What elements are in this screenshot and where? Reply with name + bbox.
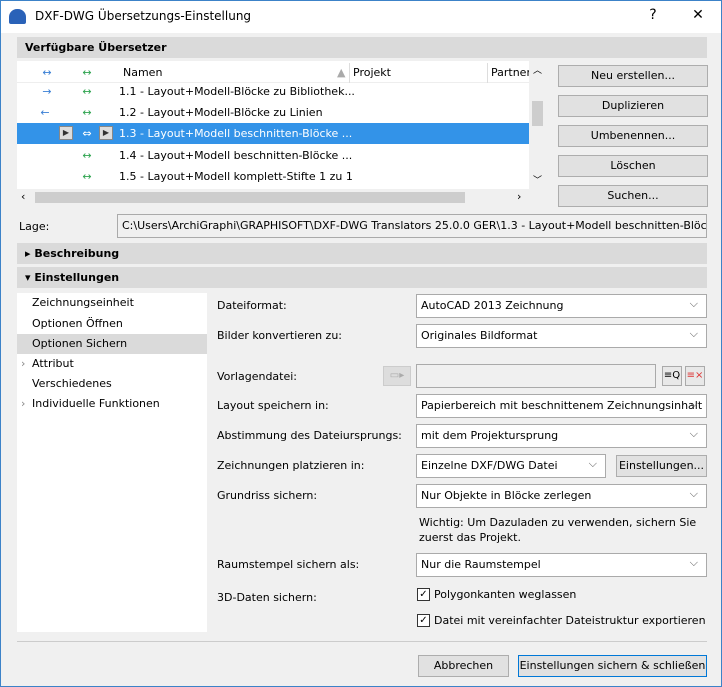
zone-label: Raumstempel sichern als: — [217, 558, 360, 571]
list-item[interactable]: ↔ 1.4 - Layout+Modell beschnitten-Blöcke… — [17, 145, 529, 166]
rename-button[interactable]: Umbenennen... — [558, 125, 708, 147]
settings-sidebar: Zeichnungseinheit Optionen Öffnen Option… — [17, 293, 207, 632]
layout-select[interactable]: Papierbereich mit beschnittenem Zeichnun… — [416, 394, 707, 418]
list-item[interactable]: ← ↔ 1.2 - Layout+Modell-Blöcke zu Linien — [17, 102, 529, 123]
clear-file-icon[interactable]: ≡× — [685, 366, 705, 386]
play-open-icon[interactable]: ▶ — [59, 126, 73, 140]
item-name: 1.2 - Layout+Modell-Blöcke zu Linien — [119, 106, 323, 119]
horizontal-scrollbar[interactable]: ‹ › — [17, 189, 529, 206]
settings-section[interactable]: ▾ Einstellungen — [17, 267, 707, 288]
list-item-selected[interactable]: ▶ ⇔ ▶ 1.3 - Layout+Modell beschnitten-Bl… — [17, 123, 529, 144]
section-title: Beschreibung — [34, 247, 120, 260]
title-bar: DXF-DWG Übersetzungs-Einstellung ? ✕ — [1, 1, 721, 33]
list-header: ↔ ↔ Namen ▲ Projekt Partner — [17, 63, 531, 83]
vertical-scrollbar[interactable]: ︿ ﹀ — [529, 61, 546, 189]
column-open-icon[interactable]: ↔ — [37, 63, 57, 83]
sort-ascending-icon: ▲ — [337, 66, 346, 79]
save-close-button[interactable]: Einstellungen sichern & schließen — [518, 655, 707, 677]
close-button[interactable]: ✕ — [686, 7, 710, 23]
sidebar-item-open-options[interactable]: Optionen Öffnen — [17, 314, 207, 334]
search-file-icon[interactable]: ≡Q — [662, 366, 682, 386]
section-title: Einstellungen — [34, 271, 120, 284]
sidebar-item-custom-functions[interactable]: Individuelle Funktionen — [17, 394, 207, 414]
divider — [17, 641, 707, 642]
column-name[interactable]: Namen — [123, 63, 162, 83]
item-name: 1.1 - Layout+Modell-Blöcke zu Bibliothek… — [119, 85, 355, 98]
zone-select[interactable]: Nur die Raumstempel — [416, 553, 707, 577]
translators-header: Verfügbare Übersetzer — [17, 37, 707, 58]
description-section[interactable]: ▸ Beschreibung — [17, 243, 707, 264]
list-item[interactable]: ↔ 1.5 - Layout+Modell komplett-Stifte 1 … — [17, 166, 529, 187]
play-save-icon[interactable]: ▶ — [99, 126, 113, 140]
bidirectional-icon: ↔ — [82, 106, 92, 119]
sidebar-item-misc[interactable]: Verschiedenes — [17, 374, 207, 394]
column-project[interactable]: Projekt — [349, 63, 391, 83]
file-format-select[interactable]: AutoCAD 2013 Zeichnung — [416, 294, 707, 318]
template-field — [416, 364, 656, 388]
column-mode-icon[interactable]: ↔ — [77, 63, 97, 83]
place-settings-button[interactable]: Einstellungen... — [616, 455, 707, 477]
place-select[interactable]: Einzelne DXF/DWG Datei — [416, 454, 606, 478]
window-title: DXF-DWG Übersetzungs-Einstellung — [35, 9, 252, 23]
new-button[interactable]: Neu erstellen... — [558, 65, 708, 87]
omit-polygon-edges-checkbox[interactable]: ✓ — [417, 588, 430, 601]
search-button[interactable]: Suchen... — [558, 185, 708, 207]
dialog-window: DXF-DWG Übersetzungs-Einstellung ? ✕ Ver… — [0, 0, 722, 687]
arrow-right-icon: → — [42, 85, 52, 98]
app-logo-icon — [9, 9, 26, 24]
bidirectional-icon: ⇔ — [82, 127, 92, 140]
layout-label: Layout speichern in: — [217, 399, 329, 412]
location-label: Lage: — [19, 220, 50, 233]
scroll-down-icon[interactable]: ﹀ — [533, 173, 542, 186]
browse-folder-icon: ▭▸ — [383, 366, 411, 386]
cancel-button[interactable]: Abbrechen — [418, 655, 509, 677]
item-name: 1.4 - Layout+Modell beschnitten-Blöcke .… — [119, 149, 353, 162]
origin-label: Abstimmung des Dateiursprungs: — [217, 429, 402, 442]
duplicate-button[interactable]: Duplizieren — [558, 95, 708, 117]
origin-select[interactable]: mit dem Projektursprung — [416, 424, 707, 448]
column-partner[interactable]: Partner — [487, 63, 531, 83]
expand-icon: ▸ — [25, 247, 35, 260]
scroll-thumb[interactable] — [532, 101, 543, 126]
scroll-thumb[interactable] — [35, 192, 465, 203]
sidebar-item-drawing-unit[interactable]: Zeichnungseinheit — [17, 293, 207, 313]
location-field[interactable]: C:\Users\ArchiGraphi\GRAPHISOFT\DXF-DWG … — [117, 214, 707, 238]
translators-list: ↔ ↔ Namen ▲ Projekt Partner → ↔ 1.1 - La… — [17, 61, 531, 189]
images-select[interactable]: Originales Bildformat — [416, 324, 707, 348]
simplified-structure-checkbox[interactable]: ✓ — [417, 614, 430, 627]
help-button[interactable]: ? — [641, 7, 665, 23]
list-item[interactable]: → ↔ 1.1 - Layout+Modell-Blöcke zu Biblio… — [17, 81, 529, 102]
item-name: 1.5 - Layout+Modell komplett-Stifte 1 zu… — [119, 170, 353, 183]
item-name: 1.3 - Layout+Modell beschnitten-Blöcke .… — [119, 127, 353, 140]
sidebar-item-save-options[interactable]: Optionen Sichern — [17, 334, 207, 354]
images-label: Bilder konvertieren zu: — [217, 329, 343, 342]
arrow-left-icon: ← — [40, 106, 50, 119]
threed-label: 3D-Daten sichern: — [217, 591, 317, 604]
floorplan-select[interactable]: Nur Objekte in Blöcke zerlegen — [416, 484, 707, 508]
omit-polygon-edges-label[interactable]: Polygonkanten weglassen — [434, 588, 576, 601]
bidirectional-icon: ↔ — [82, 85, 92, 98]
scroll-up-icon[interactable]: ︿ — [533, 63, 542, 76]
simplified-structure-label[interactable]: Datei mit vereinfachter Dateistruktur ex… — [434, 614, 706, 627]
sidebar-item-attribute[interactable]: Attribut — [17, 354, 207, 374]
collapse-icon: ▾ — [25, 271, 35, 284]
scroll-left-icon[interactable]: ‹ — [21, 190, 25, 203]
scroll-right-icon[interactable]: › — [517, 190, 521, 203]
file-format-label: Dateiformat: — [217, 299, 287, 312]
template-label: Vorlagendatei: — [217, 370, 298, 383]
floorplan-label: Grundriss sichern: — [217, 489, 318, 502]
bidirectional-icon: ↔ — [82, 170, 92, 183]
place-label: Zeichnungen platzieren in: — [217, 459, 365, 472]
warning-text: Wichtig: Um Dazuladen zu verwenden, sich… — [419, 516, 697, 544]
bidirectional-icon: ↔ — [82, 149, 92, 162]
delete-button[interactable]: Löschen — [558, 155, 708, 177]
